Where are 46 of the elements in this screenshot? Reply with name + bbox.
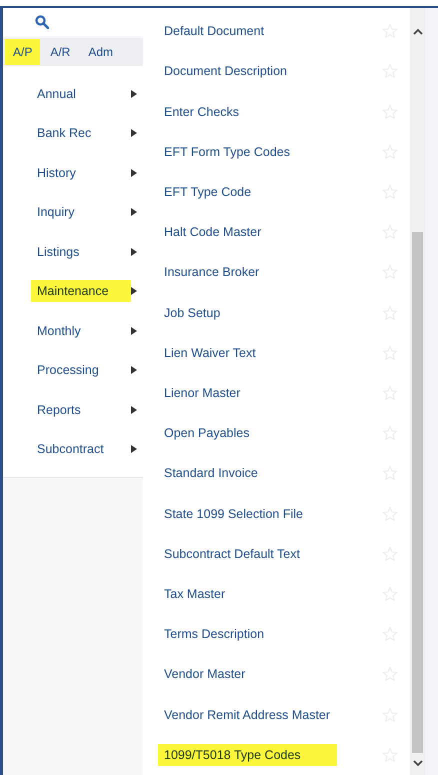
scroll-up-icon[interactable] bbox=[412, 28, 422, 36]
submenu-item[interactable]: Document Description bbox=[158, 60, 323, 82]
menu-item[interactable]: Processing bbox=[31, 359, 131, 382]
submenu-arrow-icon bbox=[131, 366, 137, 374]
submenu-arrow-icon bbox=[131, 208, 137, 216]
submenu-item[interactable]: Vendor Master bbox=[158, 663, 282, 686]
menu-tab[interactable]: Adm bbox=[80, 39, 122, 65]
submenu-arrow-icon bbox=[131, 248, 137, 256]
menu-item[interactable]: Monthly bbox=[31, 320, 131, 342]
submenu-arrow-icon bbox=[131, 129, 137, 138]
menu-tab[interactable]: A/P bbox=[5, 39, 40, 65]
scrollbar-thumb[interactable] bbox=[412, 232, 423, 753]
submenu-item[interactable]: Enter Checks bbox=[158, 100, 276, 122]
menu-item[interactable]: Inquiry bbox=[31, 201, 131, 224]
submenu-arrow-icon bbox=[131, 287, 137, 296]
menu-item[interactable]: History bbox=[31, 162, 131, 184]
search-icon[interactable] bbox=[35, 15, 49, 29]
submenu-item[interactable]: Lien Waiver Text bbox=[158, 342, 292, 364]
submenu-item[interactable]: State 1099 Selection File bbox=[158, 502, 339, 525]
menu-tab[interactable]: A/R bbox=[42, 39, 78, 65]
submenu-item[interactable]: Subcontract Default Text bbox=[158, 542, 336, 565]
submenu-item[interactable]: Tax Master bbox=[158, 582, 262, 605]
submenu-arrow-icon bbox=[131, 406, 137, 414]
submenu-item[interactable]: 1099/T5018 Type Codes bbox=[158, 744, 337, 766]
menu-item[interactable]: Reports bbox=[31, 398, 131, 421]
submenu-item[interactable]: Insurance Broker bbox=[158, 261, 296, 284]
scroll-down-icon[interactable] bbox=[412, 759, 422, 767]
submenu-item[interactable]: EFT Type Code bbox=[158, 180, 288, 203]
submenu-arrow-icon bbox=[131, 326, 137, 335]
menu-item[interactable]: Listings bbox=[31, 240, 131, 263]
menu-item[interactable]: Subcontract bbox=[31, 438, 131, 460]
submenu-item[interactable]: Lienor Master bbox=[158, 382, 276, 404]
menu-item[interactable]: Bank Rec bbox=[31, 122, 131, 144]
submenu-item[interactable]: Default Document bbox=[158, 20, 300, 42]
menu-item[interactable]: Maintenance bbox=[31, 280, 131, 302]
submenu-item[interactable]: Job Setup bbox=[158, 302, 256, 324]
submenu-arrow-icon bbox=[131, 445, 137, 454]
submenu-arrow-icon bbox=[131, 168, 137, 177]
submenu-item[interactable]: Standard Invoice bbox=[158, 462, 294, 484]
submenu-item[interactable]: Halt Code Master bbox=[158, 221, 298, 244]
menu-item[interactable]: Annual bbox=[31, 82, 131, 105]
submenu-arrow-icon bbox=[131, 90, 137, 98]
submenu-item[interactable]: Open Payables bbox=[158, 422, 286, 444]
submenu-item[interactable]: Vendor Remit Address Master bbox=[158, 704, 366, 726]
submenu-item[interactable]: Terms Description bbox=[158, 623, 300, 646]
submenu-item[interactable]: EFT Form Type Codes bbox=[158, 140, 326, 163]
